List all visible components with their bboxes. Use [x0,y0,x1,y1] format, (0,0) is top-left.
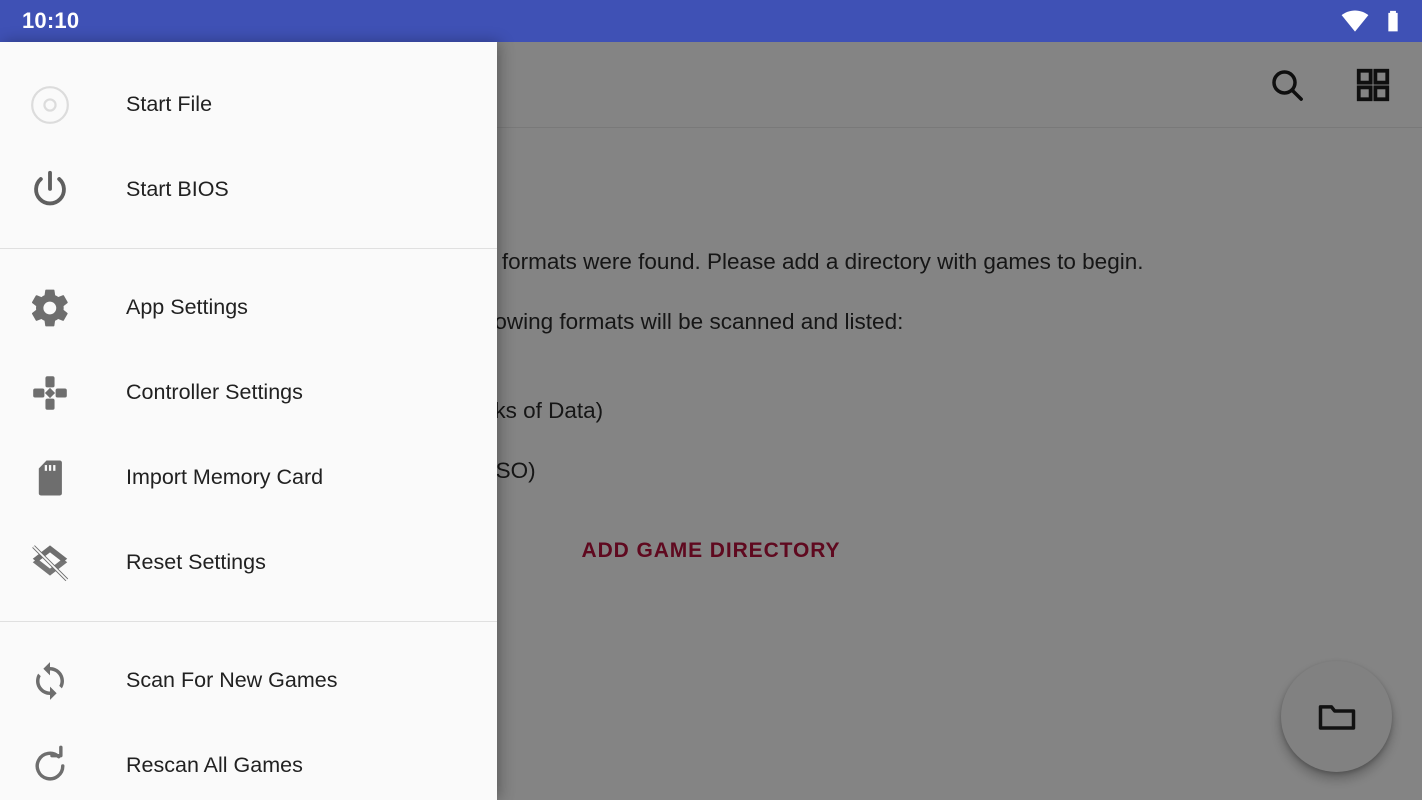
navigation-drawer: Start File Start BIOS App Settings Contr… [0,42,497,800]
drawer-item-start-file[interactable]: Start File [0,62,497,147]
dpad-icon [26,369,74,417]
layers-clear-icon [26,539,74,587]
drawer-group-start: Start File Start BIOS [0,42,497,248]
drawer-item-controller-settings[interactable]: Controller Settings [0,350,497,435]
drawer-item-label: Start BIOS [126,177,229,201]
drawer-item-label: App Settings [126,295,248,319]
status-bar-icons [1340,6,1406,36]
sd-card-icon [26,454,74,502]
battery-icon [1380,8,1406,34]
drawer-item-rescan-all-games[interactable]: Rescan All Games [0,723,497,800]
status-bar-clock: 10:10 [22,8,80,33]
drawer-item-label: Controller Settings [126,380,303,404]
gear-icon [26,284,74,332]
drawer-item-app-settings[interactable]: App Settings [0,265,497,350]
drawer-group-settings: App Settings Controller Settings Import … [0,249,497,621]
drawer-item-label: Start File [126,92,213,116]
disc-icon [26,81,74,129]
drawer-group-scan: Scan For New Games Rescan All Games [0,622,497,800]
drawer-item-label: Import Memory Card [126,465,324,489]
app-screen: No games in supported formats were found… [0,0,1422,800]
drawer-item-start-bios[interactable]: Start BIOS [0,147,497,232]
drawer-item-reset-settings[interactable]: Reset Settings [0,520,497,605]
power-icon [26,166,74,214]
drawer-item-import-memory-card[interactable]: Import Memory Card [0,435,497,520]
drawer-item-label: Rescan All Games [126,753,303,777]
refresh-icon [26,742,74,790]
drawer-item-label: Scan For New Games [126,668,338,692]
drawer-item-label: Reset Settings [126,550,266,574]
drawer-item-scan-for-new-games[interactable]: Scan For New Games [0,638,497,723]
status-bar: 10:10 [0,0,1422,42]
wifi-icon [1340,6,1370,36]
sync-icon [26,657,74,705]
